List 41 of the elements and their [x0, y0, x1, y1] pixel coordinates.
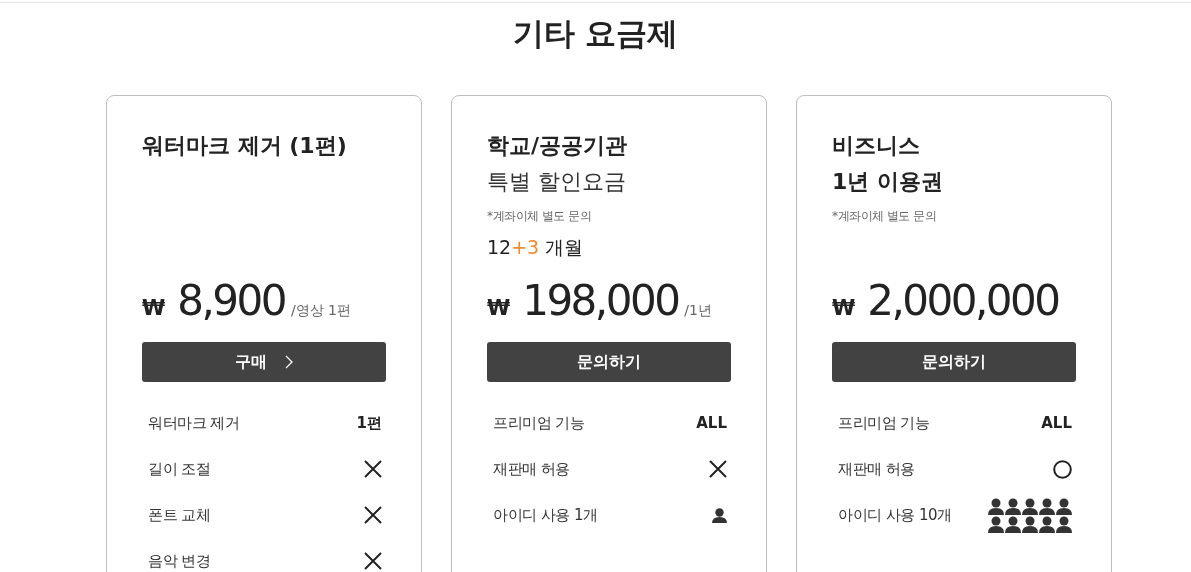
plan-note: *계좌이체 별도 문의 [487, 208, 593, 225]
feature-name: 음악 변경 [148, 551, 211, 571]
section-heading: 기타 요금제 [511, 14, 680, 53]
plan-period: 12+3 개월 [487, 235, 585, 260]
feature-value: 1편 [356, 413, 382, 433]
plan-title: 학교/공공기관 [487, 132, 629, 160]
feature-name: 워터마크 제거 [148, 413, 240, 433]
person-icon [712, 507, 727, 523]
price-amount: 198,000 [522, 276, 679, 325]
feature-name: 폰트 교체 [148, 505, 211, 525]
chevron-right-icon [285, 355, 293, 369]
feature-name: 아이디 사용 10개 [838, 505, 952, 525]
feature-name: 아이디 사용 1개 [493, 505, 598, 525]
plan-note: *계좌이체 별도 문의 [832, 208, 938, 225]
cross-icon [364, 506, 382, 524]
feature-value: ALL [1041, 414, 1072, 432]
cross-icon [709, 460, 727, 478]
feature-name: 프리미엄 기능 [838, 413, 930, 433]
currency-sign: ₩ [832, 296, 856, 320]
plan-button[interactable]: 구매 [142, 342, 386, 382]
price-unit: /영상 1편 [290, 302, 351, 320]
feature-name: 길이 조절 [148, 459, 211, 479]
feature-value: ALL [696, 414, 727, 432]
cross-icon [364, 552, 382, 570]
plan-title: 워터마크 제거 (1편) [142, 132, 348, 160]
circle-icon [1053, 459, 1072, 479]
price-amount: 2,000,000 [867, 276, 1059, 325]
plan-button[interactable]: 문의하기 [487, 342, 731, 382]
plan-title: 비즈니스 [832, 132, 921, 160]
plan-title: 특별 할인요금 [487, 168, 627, 196]
price-amount: 8,900 [177, 276, 285, 325]
currency-sign: ₩ [487, 296, 511, 320]
feature-name: 프리미엄 기능 [493, 413, 585, 433]
feature-name: 재판매 허용 [838, 459, 915, 479]
currency-sign: ₩ [142, 296, 166, 320]
feature-name: 재판매 허용 [493, 459, 570, 479]
cross-icon [364, 460, 382, 478]
plan-title: 1년 이용권 [832, 168, 944, 196]
people-icon [988, 497, 1072, 533]
plan-button[interactable]: 문의하기 [832, 342, 1076, 382]
price-unit: /1년 [684, 302, 712, 320]
